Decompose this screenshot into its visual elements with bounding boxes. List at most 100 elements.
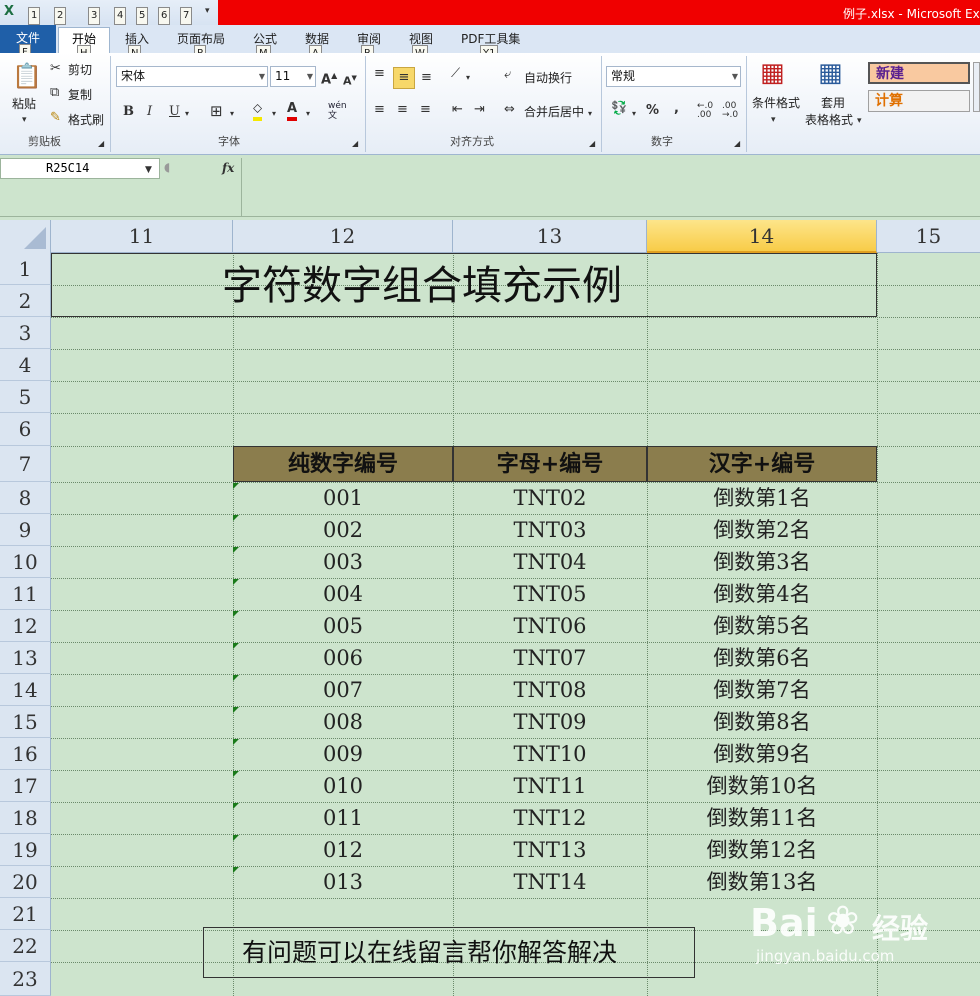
currency-icon[interactable]: 💱: [611, 101, 627, 117]
cell-letter-id[interactable]: TNT08: [453, 674, 647, 706]
row-header-3[interactable]: 3: [0, 317, 51, 349]
cell-letter-id[interactable]: TNT11: [453, 770, 647, 802]
column-header-12[interactable]: 12: [233, 220, 453, 253]
column-header-13[interactable]: 13: [453, 220, 647, 253]
grow-font-icon[interactable]: A▲: [321, 68, 337, 88]
cell-numeric-id[interactable]: 008: [233, 706, 453, 738]
increase-indent-icon[interactable]: ⇥: [474, 102, 485, 118]
phonetic-guide-icon[interactable]: wén 文: [328, 101, 350, 121]
align-top-icon[interactable]: ≡: [374, 66, 385, 82]
cell-numeric-id[interactable]: 013: [233, 866, 453, 898]
styles-scroll[interactable]: [973, 62, 980, 112]
align-center-icon[interactable]: ≡: [397, 102, 408, 118]
cell-numeric-id[interactable]: 004: [233, 578, 453, 610]
qat-keytip-6[interactable]: 6: [158, 7, 171, 25]
qat-keytip-1[interactable]: 1: [28, 7, 41, 25]
cell-numeric-id[interactable]: 009: [233, 738, 453, 770]
decrease-indent-icon[interactable]: ⇤: [452, 102, 463, 118]
conditional-format-button[interactable]: 条件格式: [752, 94, 800, 111]
style-calc[interactable]: 计算: [868, 90, 970, 112]
table-format-button[interactable]: 套用: [821, 94, 845, 111]
align-right-icon[interactable]: ≡: [420, 102, 431, 118]
borders-dropdown-icon[interactable]: ▾: [230, 106, 234, 122]
qat-keytip-2[interactable]: 2: [54, 7, 67, 25]
paste-dropdown-icon[interactable]: ▾: [22, 112, 27, 128]
name-box[interactable]: R25C14: [0, 158, 160, 179]
qat-keytip-7[interactable]: 7: [180, 7, 193, 25]
row-header-9[interactable]: 9: [0, 514, 51, 546]
column-header-11[interactable]: 11: [51, 220, 233, 253]
row-header-10[interactable]: 10: [0, 546, 51, 578]
row-header-21[interactable]: 21: [0, 898, 51, 930]
column-header-15[interactable]: 15: [877, 220, 980, 253]
cut-button[interactable]: 剪切: [68, 61, 92, 78]
row-header-2[interactable]: 2: [0, 285, 51, 317]
comma-button[interactable]: ,: [674, 101, 679, 117]
formula-collapse-handle[interactable]: ◖: [164, 159, 170, 175]
fill-color-dropdown-icon[interactable]: ▾: [272, 106, 276, 122]
cell-chinese-id[interactable]: 倒数第5名: [647, 610, 877, 642]
orientation-dropdown-icon[interactable]: ▾: [466, 70, 470, 86]
insert-function-icon[interactable]: fx: [222, 160, 234, 176]
paste-button[interactable]: 粘贴: [12, 95, 36, 112]
cell-chinese-id[interactable]: 倒数第7名: [647, 674, 877, 706]
font-name-select[interactable]: 宋体 ▼: [116, 66, 268, 87]
row-header-8[interactable]: 8: [0, 482, 51, 514]
qat-keytip-4[interactable]: 4: [114, 7, 127, 25]
cell-numeric-id[interactable]: 012: [233, 834, 453, 866]
font-launcher-icon[interactable]: ◢: [352, 136, 358, 152]
orientation-icon[interactable]: ⟋: [451, 66, 460, 82]
cell-numeric-id[interactable]: 002: [233, 514, 453, 546]
cell-letter-id[interactable]: TNT07: [453, 642, 647, 674]
cell-numeric-id[interactable]: 003: [233, 546, 453, 578]
note-text-box[interactable]: 有问题可以在线留言帮你解答解决: [203, 927, 695, 978]
cell-chinese-id[interactable]: 倒数第10名: [647, 770, 877, 802]
conditional-format-dropdown-icon[interactable]: ▾: [771, 112, 776, 128]
table-format-dropdown-icon[interactable]: ▾: [857, 113, 862, 129]
row-header-17[interactable]: 17: [0, 770, 51, 802]
increase-decimal-icon[interactable]: ←.0.00: [697, 102, 713, 120]
underline-button[interactable]: U: [169, 104, 180, 120]
alignment-launcher-icon[interactable]: ◢: [589, 136, 595, 152]
cell-numeric-id[interactable]: 001: [233, 482, 453, 514]
cell-letter-id[interactable]: TNT14: [453, 866, 647, 898]
cell-numeric-id[interactable]: 005: [233, 610, 453, 642]
row-header-20[interactable]: 20: [0, 866, 51, 898]
cell-letter-id[interactable]: TNT13: [453, 834, 647, 866]
cell-chinese-id[interactable]: 倒数第8名: [647, 706, 877, 738]
cell-numeric-id[interactable]: 011: [233, 802, 453, 834]
font-color-dropdown-icon[interactable]: ▾: [306, 106, 310, 122]
name-box-dropdown-icon[interactable]: ▼: [145, 162, 152, 178]
header-chinese-id[interactable]: 汉字+编号: [647, 446, 877, 482]
cell-letter-id[interactable]: TNT09: [453, 706, 647, 738]
select-all-button[interactable]: [0, 220, 51, 253]
cell-letter-id[interactable]: TNT04: [453, 546, 647, 578]
cell-letter-id[interactable]: TNT06: [453, 610, 647, 642]
cell-chinese-id[interactable]: 倒数第1名: [647, 482, 877, 514]
row-header-18[interactable]: 18: [0, 802, 51, 834]
cell-letter-id[interactable]: TNT03: [453, 514, 647, 546]
row-header-19[interactable]: 19: [0, 834, 51, 866]
row-header-11[interactable]: 11: [0, 578, 51, 610]
cell-letter-id[interactable]: TNT12: [453, 802, 647, 834]
row-header-1[interactable]: 1: [0, 253, 51, 285]
row-header-14[interactable]: 14: [0, 674, 51, 706]
cell-chinese-id[interactable]: 倒数第3名: [647, 546, 877, 578]
font-size-select[interactable]: 11 ▼: [270, 66, 316, 87]
formula-input[interactable]: [242, 158, 980, 216]
percent-button[interactable]: %: [646, 103, 659, 119]
clipboard-launcher-icon[interactable]: ◢: [98, 136, 104, 152]
column-header-14[interactable]: 14: [647, 220, 877, 253]
sheet-title-cell[interactable]: 字符数字组合填充示例: [51, 253, 877, 317]
style-new[interactable]: 新建: [868, 62, 970, 84]
cell-chinese-id[interactable]: 倒数第11名: [647, 802, 877, 834]
currency-dropdown-icon[interactable]: ▾: [632, 106, 636, 122]
cell-numeric-id[interactable]: 007: [233, 674, 453, 706]
row-header-22[interactable]: 22: [0, 930, 51, 962]
customize-qat-icon[interactable]: ▾: [205, 3, 210, 19]
row-header-23[interactable]: 23: [0, 962, 51, 996]
underline-dropdown-icon[interactable]: ▾: [185, 106, 189, 122]
table-format-button-line2[interactable]: 表格格式: [805, 111, 853, 128]
format-painter-button[interactable]: 格式刷: [68, 111, 104, 128]
cell-chinese-id[interactable]: 倒数第9名: [647, 738, 877, 770]
